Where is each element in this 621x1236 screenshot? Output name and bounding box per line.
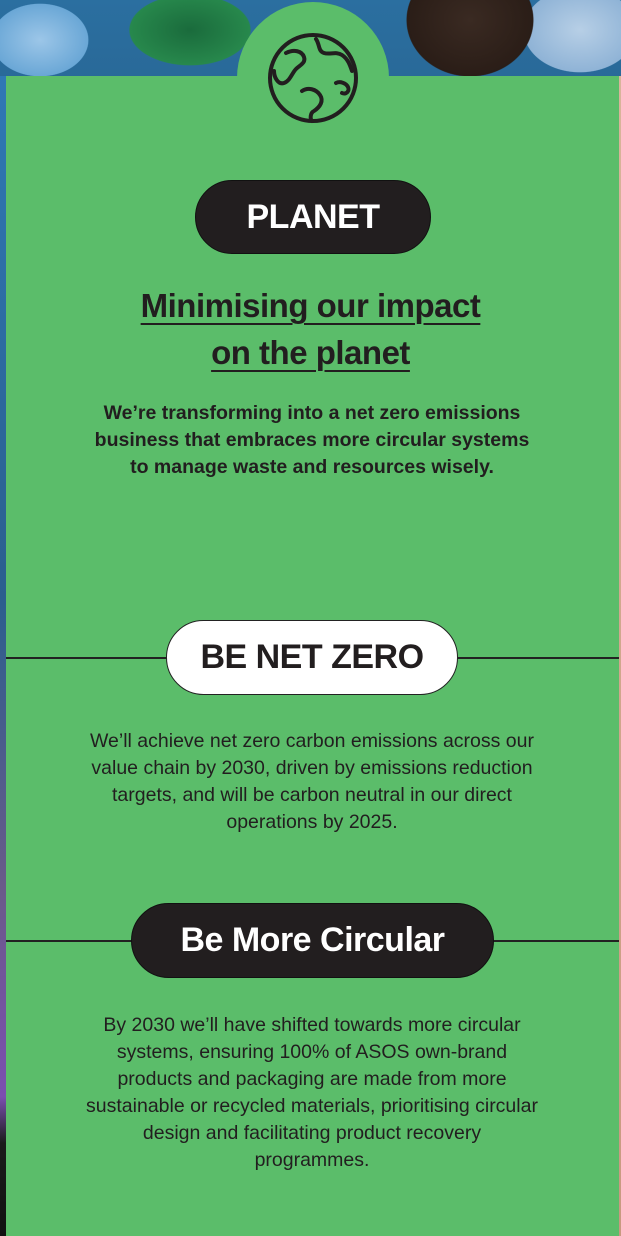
heading-line-1[interactable]: Minimising our impact	[141, 282, 481, 329]
circular-label: Be More Circular	[180, 921, 445, 959]
net-zero-text: We’ll achieve net zero carbon emissions …	[89, 730, 534, 833]
circular-badge: Be More Circular	[131, 903, 494, 978]
page: PLANET Minimising our impact on the plan…	[0, 0, 621, 1236]
net-zero-badge: BE NET ZERO	[166, 620, 458, 695]
section-heading[interactable]: Minimising our impact on the planet	[0, 282, 621, 376]
section-intro: We’re transforming into a net zero emiss…	[94, 402, 530, 478]
circular-text: By 2030 we’ll have shifted towards more …	[86, 1014, 538, 1171]
net-zero-label: BE NET ZERO	[200, 638, 424, 676]
planet-badge: PLANET	[195, 180, 431, 254]
heading-line-2[interactable]: on the planet	[211, 329, 410, 376]
globe-icon	[268, 33, 358, 123]
planet-badge-label: PLANET	[246, 197, 381, 236]
